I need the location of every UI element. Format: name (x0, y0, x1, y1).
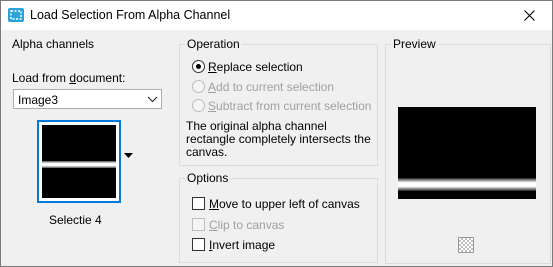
window-title: Load Selection From Alpha Channel (30, 8, 231, 22)
move-to-upper-left-label: Move to upper left of canvas (209, 197, 360, 211)
move-to-upper-left-checkbox[interactable] (192, 197, 205, 210)
selection-app-icon (8, 8, 24, 22)
add-to-selection-radio[interactable] (192, 80, 205, 93)
replace-selection-label: Replace selection (208, 60, 303, 74)
subtract-from-selection-radio[interactable] (192, 99, 205, 112)
alpha-channels-title: Alpha channels (12, 37, 95, 51)
chevron-down-icon (147, 96, 158, 103)
close-button[interactable] (507, 1, 552, 30)
dialog-window: Load Selection From Alpha Channel Alpha … (0, 0, 553, 267)
preview-stripe (398, 178, 536, 191)
title-bar: Load Selection From Alpha Channel (1, 1, 552, 30)
preview-image (398, 107, 536, 199)
thumbnail-label: Selectie 4 (49, 213, 102, 227)
alpha-channel-thumbnail[interactable] (37, 120, 121, 203)
document-select[interactable]: Image3 (13, 89, 162, 109)
add-to-selection-label: Add to current selection (208, 80, 335, 94)
operation-message: The original alpha channel rectangle com… (186, 119, 371, 159)
clip-to-canvas-checkbox[interactable] (192, 218, 205, 231)
options-title: Options (185, 171, 231, 185)
load-from-document-label: Load from document: (12, 71, 126, 85)
document-select-value: Image3 (18, 93, 59, 107)
replace-selection-radio[interactable] (192, 60, 205, 73)
subtract-from-selection-label: Subtract from current selection (208, 99, 372, 113)
thumbnail-dropdown-icon[interactable] (124, 153, 133, 159)
clip-to-canvas-label: Clip to canvas (209, 218, 285, 232)
invert-image-checkbox[interactable] (192, 238, 205, 251)
operation-title: Operation (185, 37, 242, 51)
preview-title: Preview (391, 37, 438, 51)
thumbnail-image (42, 125, 116, 198)
close-icon (524, 10, 535, 21)
invert-image-label: Invert image (209, 238, 276, 252)
transparency-checker-icon[interactable] (458, 237, 474, 253)
thumbnail-stripe (42, 161, 116, 168)
